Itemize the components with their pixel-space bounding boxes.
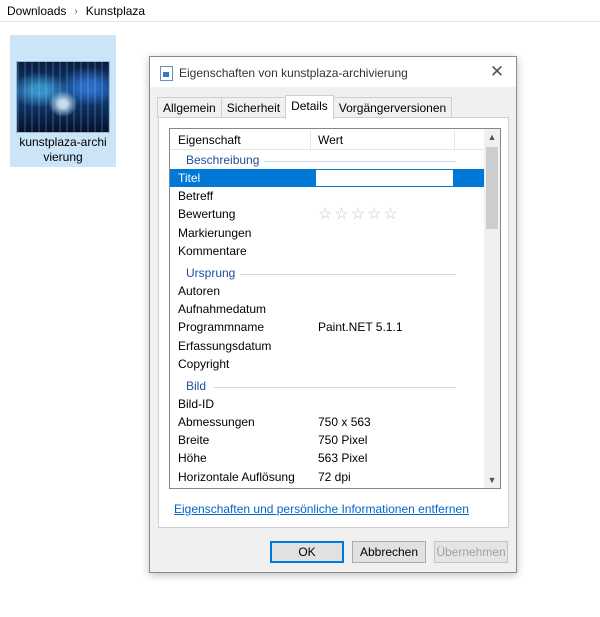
property-row-kommentare[interactable]: Kommentare — [170, 242, 484, 260]
property-row-aufnahmedatum[interactable]: Aufnahmedatum — [170, 300, 484, 318]
ok-button[interactable]: OK — [270, 541, 344, 563]
property-row-horizontale-aufloesung[interactable]: Horizontale Auflösung 72 dpi — [170, 468, 484, 486]
file-icon — [160, 66, 173, 81]
property-row-erfassungsdatum[interactable]: Erfassungsdatum — [170, 337, 484, 355]
explorer-divider — [0, 21, 600, 22]
list-header: Eigenschaft Wert — [170, 129, 484, 150]
property-row-autoren[interactable]: Autoren — [170, 282, 484, 300]
tab-vorgaengerversionen[interactable]: Vorgängerversionen — [332, 97, 453, 118]
details-panel: Eigenschaft Wert Beschreibung Titel Betr… — [158, 117, 509, 528]
property-row-betreff[interactable]: Betreff — [170, 187, 484, 205]
file-name: kunstplaza-archi vierung — [19, 135, 107, 164]
remove-properties-link[interactable]: Eigenschaften und persönliche Informatio… — [174, 502, 469, 516]
file-item[interactable]: kunstplaza-archi vierung — [10, 35, 116, 167]
property-row-hoehe[interactable]: Höhe 563 Pixel — [170, 449, 484, 467]
group-header-origin[interactable]: Ursprung — [170, 264, 484, 282]
column-header-property[interactable]: Eigenschaft — [178, 129, 241, 149]
column-divider[interactable] — [454, 131, 455, 149]
tab-details[interactable]: Details — [285, 95, 334, 119]
group-header-description[interactable]: Beschreibung — [170, 151, 484, 169]
group-header-image[interactable]: Bild — [170, 377, 484, 395]
property-rows: Beschreibung Titel Betreff Bewertung ☆☆☆… — [170, 151, 484, 486]
chevron-right-icon: › — [74, 5, 78, 17]
properties-dialog: Eigenschaften von kunstplaza-archivierun… — [149, 56, 517, 573]
vertical-scrollbar[interactable]: ▲ ▼ — [484, 129, 500, 488]
dialog-titlebar[interactable]: Eigenschaften von kunstplaza-archivierun… — [150, 57, 516, 87]
tab-allgemein[interactable]: Allgemein — [157, 97, 222, 118]
property-row-bewertung[interactable]: Bewertung ☆☆☆☆☆ — [170, 205, 484, 223]
property-row-breite[interactable]: Breite 750 Pixel — [170, 431, 484, 449]
close-icon[interactable]: ✕ — [486, 62, 508, 82]
scroll-down-icon[interactable]: ▼ — [484, 472, 500, 488]
property-row-programmname[interactable]: Programmname Paint.NET 5.1.1 — [170, 318, 484, 336]
property-row-abmessungen[interactable]: Abmessungen 750 x 563 — [170, 413, 484, 431]
property-list: Eigenschaft Wert Beschreibung Titel Betr… — [169, 128, 501, 489]
breadcrumb: Downloads › Kunstplaza — [7, 3, 145, 19]
titel-input[interactable] — [316, 170, 453, 186]
tab-sicherheit[interactable]: Sicherheit — [220, 97, 287, 118]
column-divider[interactable] — [310, 131, 311, 149]
property-row-bild-id[interactable]: Bild-ID — [170, 395, 484, 413]
column-header-value[interactable]: Wert — [318, 129, 343, 149]
breadcrumb-downloads[interactable]: Downloads — [7, 4, 66, 18]
property-row-titel[interactable]: Titel — [170, 169, 484, 188]
rating-stars[interactable]: ☆☆☆☆☆ — [318, 204, 400, 224]
property-row-markierungen[interactable]: Markierungen — [170, 224, 484, 242]
scroll-up-icon[interactable]: ▲ — [484, 129, 500, 145]
tab-strip: Allgemein Sicherheit Details Vorgängerve… — [157, 95, 453, 119]
property-row-copyright[interactable]: Copyright — [170, 355, 484, 373]
breadcrumb-kunstplaza[interactable]: Kunstplaza — [86, 4, 145, 18]
file-thumbnail — [16, 61, 110, 133]
cancel-button[interactable]: Abbrechen — [352, 541, 426, 563]
dialog-title: Eigenschaften von kunstplaza-archivierun… — [179, 66, 408, 80]
scrollbar-thumb[interactable] — [486, 147, 498, 229]
apply-button[interactable]: Übernehmen — [434, 541, 508, 563]
